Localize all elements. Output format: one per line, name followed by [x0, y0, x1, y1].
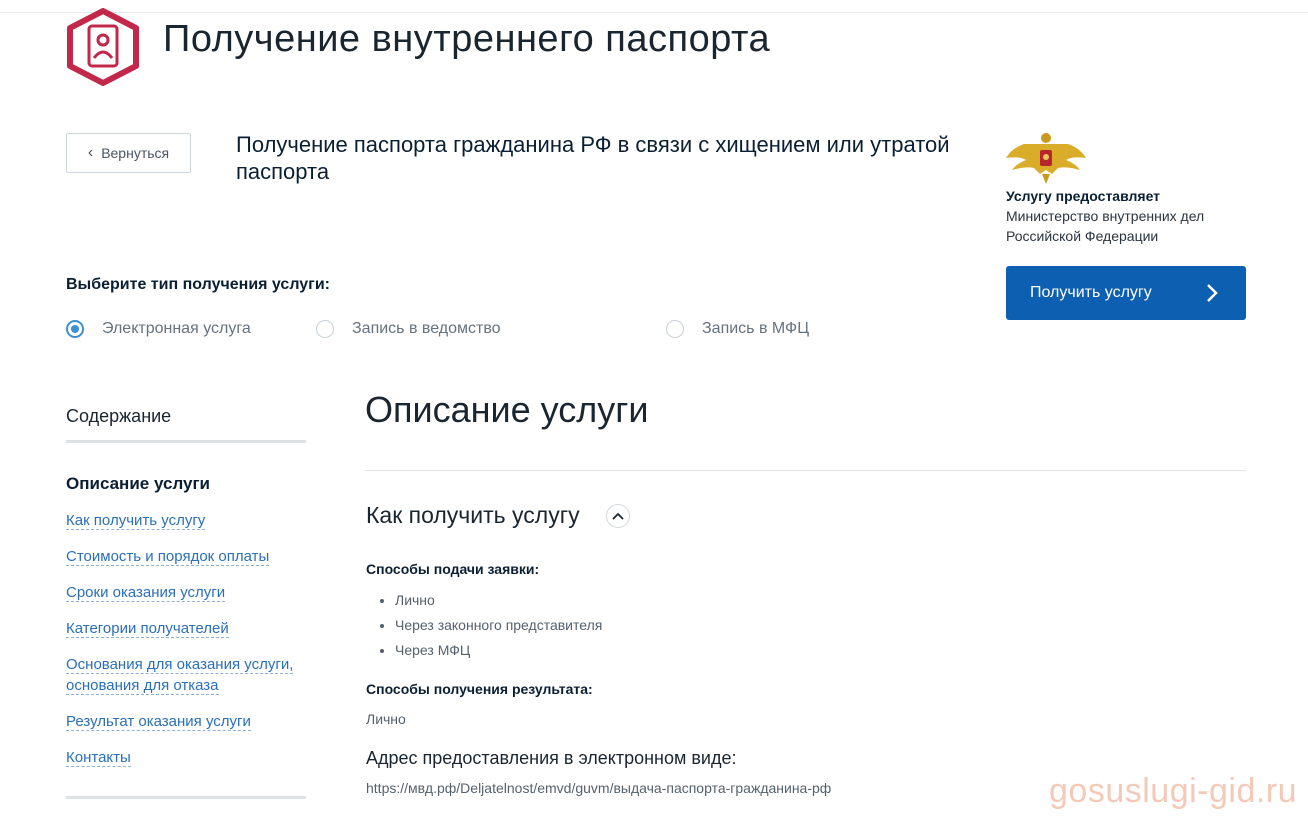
provider-caption: Услугу предоставляет [1006, 188, 1161, 204]
toc-link-grounds[interactable]: Основания для оказания услуги, [66, 654, 306, 675]
subsection-title: Как получить услугу [366, 502, 580, 528]
toc-link-terms[interactable]: Сроки оказания услуги [66, 582, 306, 603]
chevron-right-icon [1207, 284, 1218, 302]
back-button[interactable]: ‹ Вернуться [66, 133, 191, 173]
collapse-button[interactable] [606, 504, 630, 528]
chevron-up-icon [612, 512, 624, 520]
toc-bottom-divider [66, 796, 306, 799]
toc-link-result[interactable]: Результат оказания услуги [66, 711, 306, 732]
toc-title: Содержание [66, 406, 172, 426]
radio-mfc-appointment[interactable]: Запись в МФЦ [666, 320, 809, 338]
list-item: Через МФЦ [366, 638, 602, 663]
list-item: Лично [366, 588, 602, 613]
submission-label: Способы подачи заявки: [366, 561, 540, 577]
toc-link-contacts[interactable]: Контакты [66, 747, 306, 768]
radio-checked-icon [66, 320, 84, 338]
result-label: Способы получения результата: [366, 681, 593, 697]
radio-electronic-service[interactable]: Электронная услуга [66, 320, 251, 338]
toc-divider [66, 440, 306, 443]
top-divider [0, 12, 1308, 13]
radio-unchecked-icon [666, 320, 684, 338]
toc-link-categories[interactable]: Категории получателей [66, 618, 306, 639]
section-title: Описание услуги [365, 389, 649, 430]
radio-label: Запись в МФЦ [702, 320, 810, 337]
emblem-icon [1006, 133, 1086, 184]
content-divider [365, 470, 1246, 471]
toc-link-grounds-refusal[interactable]: основания для отказа [66, 675, 306, 696]
list-item: Через законного представителя [366, 613, 602, 638]
toc-link-how-to-get[interactable]: Как получить услугу [66, 510, 306, 531]
radio-label: Запись в ведомство [352, 320, 501, 337]
provider-name: Министерство внутренних дел Российской Ф… [1006, 208, 1205, 244]
radio-agency-appointment[interactable]: Запись в ведомство [316, 320, 501, 338]
passport-icon [67, 8, 139, 86]
result-value: Лично [366, 711, 406, 727]
address-value: https://мвд.рф/Deljatelnost/emvd/guvm/вы… [366, 780, 832, 796]
get-service-button[interactable]: Получить услугу [1006, 266, 1246, 320]
get-service-button-label: Получить услугу [1030, 284, 1152, 301]
service-type-label: Выберите тип получения услуги: [66, 276, 331, 293]
page-title: Получение внутреннего паспорта [163, 18, 771, 60]
address-label: Адрес предоставления в электронном виде: [366, 748, 737, 768]
chevron-left-icon: ‹ [87, 144, 94, 161]
toc-link-cost[interactable]: Стоимость и порядок оплаты [66, 546, 306, 567]
radio-unchecked-icon [316, 320, 334, 338]
service-title: Получение паспорта гражданина РФ в связи… [236, 132, 950, 184]
submission-methods-list: Лично Через законного представителя Чере… [366, 588, 602, 663]
watermark: gosuslugi-gid.ru [1049, 772, 1298, 810]
back-button-label: Вернуться [101, 145, 170, 161]
radio-label: Электронная услуга [102, 320, 251, 337]
toc-current-item: Описание услуги [66, 474, 211, 493]
